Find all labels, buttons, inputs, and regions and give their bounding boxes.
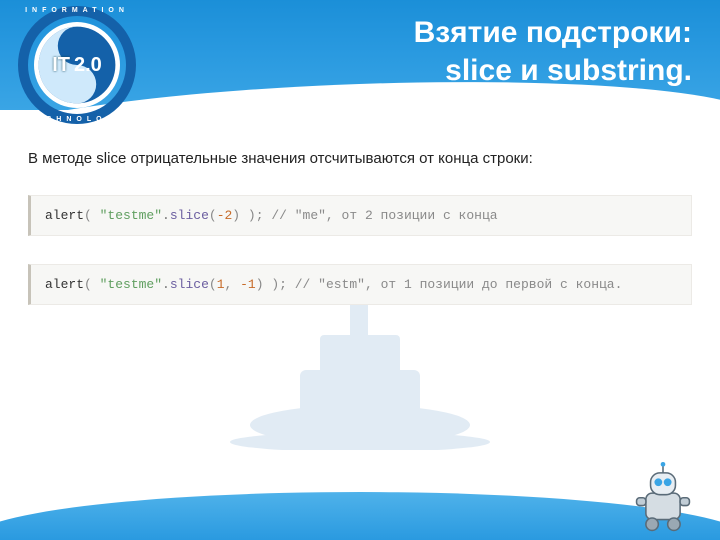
footer-wave-bg <box>0 492 720 540</box>
code1-fn: alert <box>45 208 84 223</box>
logo-inner: IT 2.0 <box>34 22 120 108</box>
logo-ring-text-bottom: TECHNOLOGY <box>27 116 126 123</box>
code2-str: "testme" <box>100 277 162 292</box>
code1-str: "testme" <box>100 208 162 223</box>
title-line-2: slice и substring. <box>445 54 692 87</box>
it-2-0-logo: INFORMATION TECHNOLOGY IT 2.0 <box>18 6 136 124</box>
code2-arg2: -1 <box>240 277 256 292</box>
logo-ring-text-top: INFORMATION <box>25 7 129 14</box>
code2-fn: alert <box>45 277 84 292</box>
slide-content: В методе slice отрицательные значения от… <box>28 150 692 333</box>
logo-20-text: 2.0 <box>74 54 102 77</box>
code2-arg1: 1 <box>217 277 225 292</box>
code2-comment: // "estm", от 1 позиции до первой с конц… <box>295 277 623 292</box>
logo-center-text: IT 2.0 <box>34 22 120 108</box>
code1-method: slice <box>170 208 209 223</box>
code1-comment: // "me", от 2 позиции с конца <box>271 208 497 223</box>
robot-mascot-icon <box>624 462 702 532</box>
title-line-1: Взятие подстроки: <box>414 16 692 49</box>
slide-title: Взятие подстроки: slice и substring. <box>414 14 692 89</box>
code1-args: -2 <box>217 208 233 223</box>
code-block-1: alert( "testme".slice(-2) ); // "me", от… <box>28 195 692 236</box>
logo-it-text: IT <box>52 54 70 77</box>
code-block-2: alert( "testme".slice(1, -1) ); // "estm… <box>28 264 692 305</box>
code2-method: slice <box>170 277 209 292</box>
intro-text: В методе slice отрицательные значения от… <box>28 150 692 167</box>
